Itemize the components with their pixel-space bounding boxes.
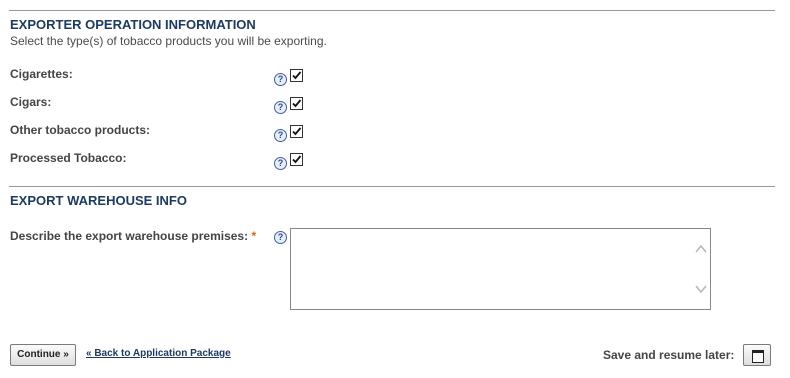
save-resume-label: Save and resume later: [603,348,735,362]
help-icon[interactable]: ? [274,101,287,114]
continue-button[interactable]: Continue » [10,344,76,366]
checkbox-processed-tobacco[interactable] [290,153,303,166]
help-icon[interactable]: ? [274,231,287,244]
save-resume-button[interactable] [743,344,771,366]
label-cigarettes: Cigarettes: [10,67,73,81]
required-asterisk: * [251,229,257,243]
section-divider-middle [9,186,775,187]
section-title-exporter-operation: EXPORTER OPERATION INFORMATION [10,17,256,32]
help-icon[interactable]: ? [274,157,287,170]
label-other-tobacco: Other tobacco products: [10,123,151,137]
label-premises: Describe the export warehouse premises: … [10,229,256,243]
help-icon[interactable]: ? [274,129,287,142]
window-icon [752,350,764,363]
checkbox-other-tobacco[interactable] [290,125,303,138]
label-processed-tobacco: Processed Tobacco: [10,151,127,165]
section-title-export-warehouse: EXPORT WAREHOUSE INFO [10,193,187,208]
scroll-up-icon[interactable] [694,243,708,255]
help-icon[interactable]: ? [274,73,287,86]
label-cigars: Cigars: [10,95,52,109]
checkbox-cigars[interactable] [290,97,303,110]
premises-label-text: Describe the export warehouse premises: [10,229,249,243]
scroll-down-icon[interactable] [694,283,708,295]
section-divider-top [9,10,775,11]
premises-textarea[interactable] [290,228,711,310]
checkbox-cigarettes[interactable] [290,69,303,82]
section-subtitle: Select the type(s) of tobacco products y… [10,34,327,48]
back-to-application-link[interactable]: « Back to Application Package [86,348,231,359]
